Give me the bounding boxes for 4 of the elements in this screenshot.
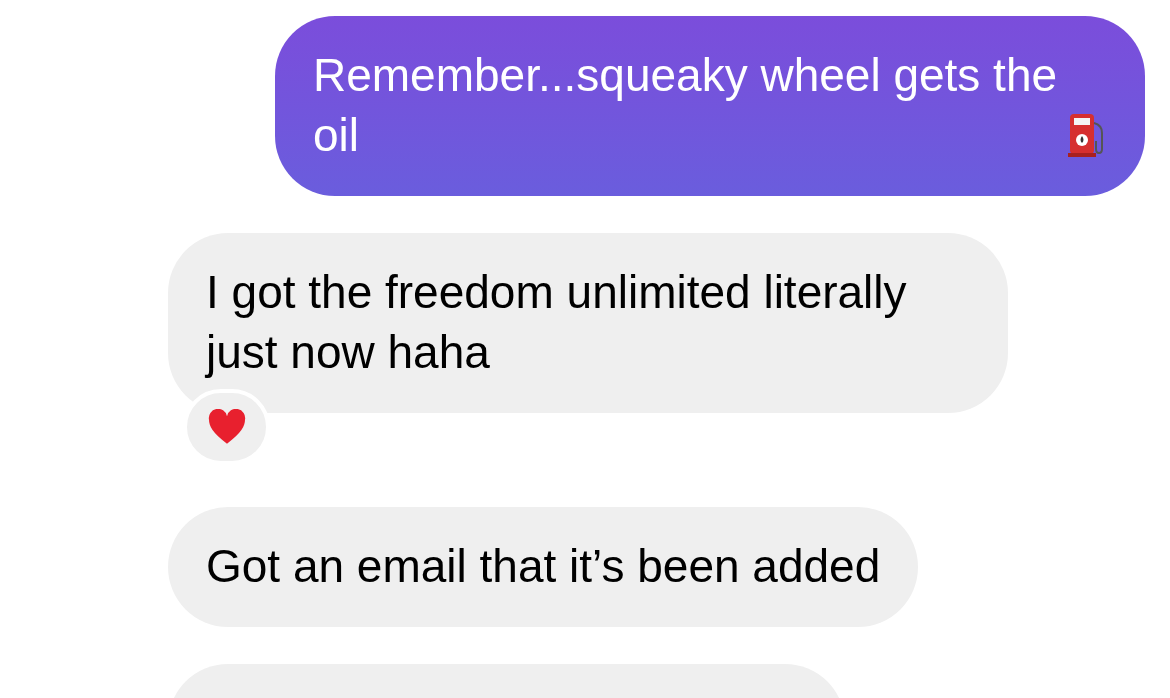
heart-icon xyxy=(206,409,247,445)
message-text: I got the freedom unlimited literally just now haha xyxy=(206,266,907,378)
message-text: Remember...squeaky wheel gets the oil xyxy=(313,48,1059,163)
message-text: Got an email that it’s been added xyxy=(206,540,881,592)
